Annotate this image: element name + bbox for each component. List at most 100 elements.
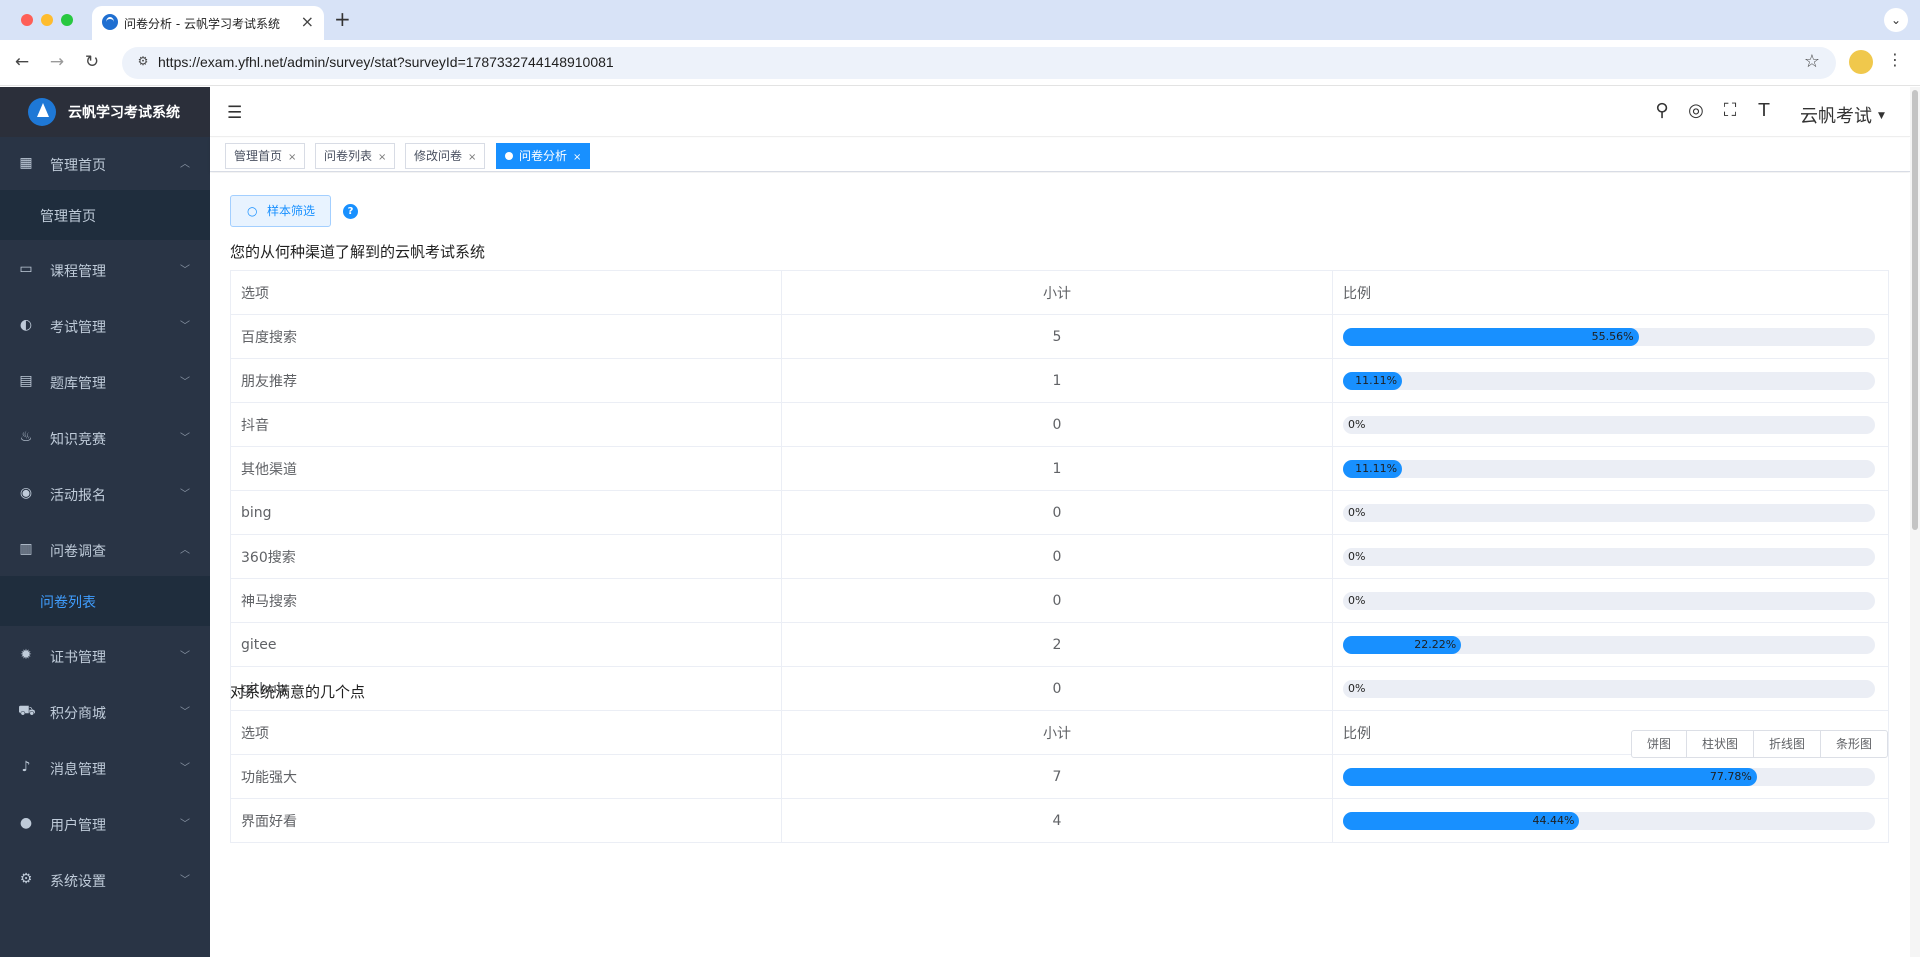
bookmark-star-icon[interactable]: ☆ xyxy=(1804,51,1820,72)
progress-track: 11.11% xyxy=(1343,459,1875,478)
sample-filter-label: 样本筛选 xyxy=(267,204,316,218)
option-cell: 功能强大 xyxy=(230,754,782,799)
tag-survey-analysis[interactable]: 问卷分析 × xyxy=(496,143,591,169)
tag-close-icon[interactable]: × xyxy=(378,152,386,163)
tag-edit-survey[interactable]: 修改问卷 × xyxy=(405,143,486,169)
maximize-window-button[interactable] xyxy=(61,14,73,26)
close-window-button[interactable] xyxy=(21,14,33,26)
brand: 云帆学习考试系统 xyxy=(0,87,210,137)
profile-avatar[interactable] xyxy=(1849,50,1873,74)
line-chart-button[interactable]: 折线图 xyxy=(1752,730,1821,758)
reload-icon[interactable]: ↻ xyxy=(80,50,104,74)
url-text[interactable]: https://exam.yfhl.net/admin/survey/stat?… xyxy=(158,54,614,70)
stat-table: 选项 小计 比例 百度搜索 5 55.56% 朋友推荐 1 11.11% 抖音 0 0% 其他渠道 1 11… xyxy=(230,270,1889,711)
sidebar-item-label: 问卷调查 xyxy=(50,544,106,560)
caret-down-icon[interactable]: ▼ xyxy=(1878,111,1885,121)
ratio-cell: 55.56% xyxy=(1332,314,1889,359)
sample-filter-button[interactable]: ○ 样本筛选 xyxy=(230,195,331,227)
message-icon[interactable]: ◎ xyxy=(1685,100,1707,121)
pie-chart-button[interactable]: 饼图 xyxy=(1630,730,1687,758)
chevron-down-icon: ﹀ xyxy=(180,489,190,500)
tag-label: 修改问卷 xyxy=(414,149,463,163)
minimize-window-button[interactable] xyxy=(41,14,53,26)
forward-icon[interactable]: → xyxy=(45,50,69,74)
question-title: 您的从何种渠道了解到的云帆考试系统 xyxy=(230,243,486,261)
option-cell: 神马搜索 xyxy=(230,578,782,623)
sidebar-item[interactable]: ♪ 消息管理 ﹀ xyxy=(0,740,210,796)
count-cell: 7 xyxy=(781,754,1333,799)
table-row: bing 0 0% xyxy=(230,490,1889,535)
sidebar-item[interactable]: ⚙ 系统设置 ﹀ xyxy=(0,852,210,908)
chevron-down-icon: ﹀ xyxy=(180,321,190,332)
bell-icon: ♪ xyxy=(21,759,31,775)
tab-close-icon[interactable]: × xyxy=(301,12,314,31)
scrollbar-thumb[interactable] xyxy=(1912,90,1918,530)
help-icon[interactable]: ? xyxy=(343,204,358,219)
column-header-option: 选项 xyxy=(230,270,782,315)
sidebar-item[interactable]: ▥ 问卷调查 ︿ xyxy=(0,522,210,578)
count-cell: 0 xyxy=(781,578,1333,623)
back-icon[interactable]: ← xyxy=(10,50,34,74)
chevron-down-icon: ﹀ xyxy=(180,763,190,774)
brand-title: 云帆学习考试系统 xyxy=(68,105,180,121)
dashboard-icon: ▦ xyxy=(19,155,33,171)
omnibox[interactable]: ⚙ https://exam.yfhl.net/admin/survey/sta… xyxy=(122,47,1836,79)
tag-close-icon[interactable]: × xyxy=(468,152,476,163)
count-cell: 1 xyxy=(781,446,1333,491)
chevron-down-icon: ﹀ xyxy=(180,875,190,886)
sidebar-item[interactable]: ● 用户管理 ﹀ xyxy=(0,796,210,852)
sidebar-item-label: 考试管理 xyxy=(50,320,106,336)
sidebar-item[interactable]: ♨ 知识竞赛 ﹀ xyxy=(0,410,210,466)
tag-close-icon[interactable]: × xyxy=(288,152,296,163)
browser-menu-icon[interactable]: ⋮ xyxy=(1885,50,1905,69)
site-info-icon[interactable]: ⚙ xyxy=(134,54,152,72)
table-row: 百度搜索 5 55.56% xyxy=(230,314,1889,359)
new-tab-button[interactable]: + xyxy=(334,7,351,31)
progress-track: 0% xyxy=(1343,503,1875,522)
tab-search-icon[interactable]: ⌄ xyxy=(1884,8,1908,32)
sidebar-item-label: 消息管理 xyxy=(50,762,106,778)
browser-tab[interactable]: 问卷分析 - 云帆学习考试系统 × xyxy=(92,6,324,40)
sidebar-subitem[interactable]: 问卷列表 xyxy=(0,576,210,626)
column-header-ratio: 比例 xyxy=(1332,270,1889,315)
column-header-option: 选项 xyxy=(230,710,782,755)
user-name[interactable]: 云帆考试 xyxy=(1800,102,1872,128)
sidebar-item[interactable]: ◉ 活动报名 ﹀ xyxy=(0,466,210,522)
tag-label: 问卷列表 xyxy=(324,149,373,163)
certificate-icon: ✹ xyxy=(20,647,32,663)
progress-label: 11.11% xyxy=(1355,373,1398,387)
tag-close-icon[interactable]: × xyxy=(573,152,581,163)
table-header-row: 选项 小计 比例 xyxy=(230,270,1889,315)
bar-chart-button[interactable]: 条形图 xyxy=(1819,730,1888,758)
sidebar-subitem-label: 问卷列表 xyxy=(40,595,96,611)
font-size-icon[interactable]: T xyxy=(1753,100,1775,121)
sidebar-item[interactable]: ▭ 课程管理 ﹀ xyxy=(0,242,210,298)
fullscreen-icon[interactable]: ⛶ xyxy=(1719,100,1741,121)
question-title: 对系统满意的几个点 xyxy=(230,683,366,701)
progress-label: 0% xyxy=(1348,593,1366,607)
chevron-up-icon: ︿ xyxy=(180,159,190,170)
tag-admin-home[interactable]: 管理首页 × xyxy=(225,143,306,169)
count-cell: 0 xyxy=(781,666,1333,711)
ratio-cell: 0% xyxy=(1332,534,1889,579)
chevron-down-icon: ﹀ xyxy=(180,707,190,718)
chevron-down-icon: ﹀ xyxy=(180,433,190,444)
sidebar-item[interactable]: ⛟ 积分商城 ﹀ xyxy=(0,684,210,740)
table-row: 其他渠道 1 11.11% xyxy=(230,446,1889,491)
page-scrollbar[interactable] xyxy=(1910,87,1920,957)
sail-logo-icon xyxy=(28,98,56,126)
search-icon[interactable]: ⚲ xyxy=(1651,100,1673,121)
column-chart-button[interactable]: 柱状图 xyxy=(1685,730,1754,758)
sidebar-item[interactable]: ▤ 题库管理 ﹀ xyxy=(0,354,210,410)
tag-survey-list[interactable]: 问卷列表 × xyxy=(315,143,396,169)
sidebar-item[interactable]: ◐ 考试管理 ﹀ xyxy=(0,298,210,354)
hamburger-icon[interactable]: ☰ xyxy=(227,103,242,123)
column-header-count: 小计 xyxy=(781,710,1333,755)
count-cell: 4 xyxy=(781,798,1333,843)
table-row: 朋友推荐 1 11.11% xyxy=(230,358,1889,403)
option-cell: 朋友推荐 xyxy=(230,358,782,403)
sidebar-item[interactable]: ✹ 证书管理 ﹀ xyxy=(0,628,210,684)
table-row: gitee 2 22.22% xyxy=(230,622,1889,667)
sidebar-subitem[interactable]: 管理首页 xyxy=(0,190,210,240)
sidebar-item[interactable]: ▦ 管理首页 ︿ xyxy=(0,136,210,192)
